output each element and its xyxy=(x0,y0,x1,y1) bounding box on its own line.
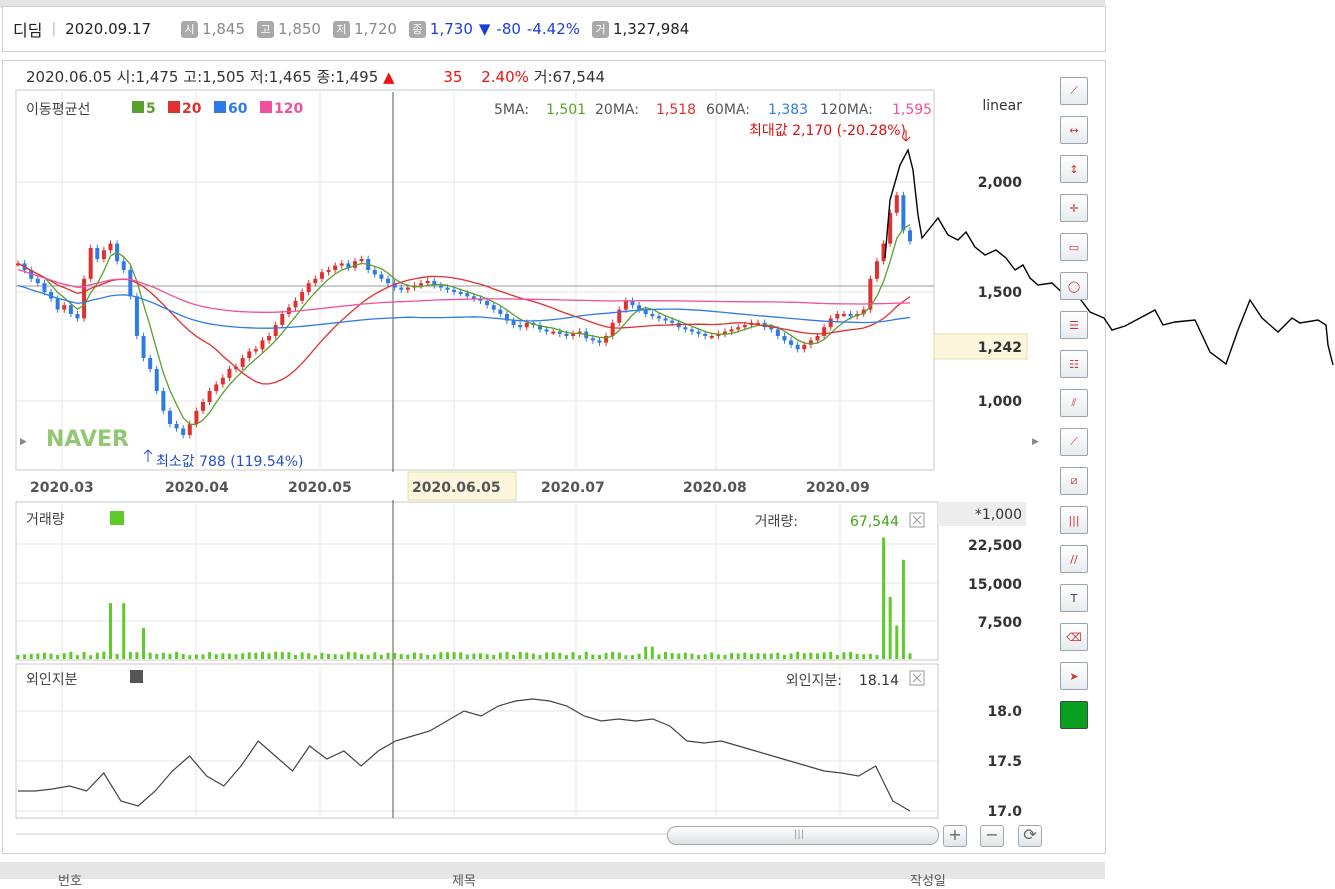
chart-frame xyxy=(2,60,1106,854)
circle-icon: ◯ xyxy=(1068,280,1080,293)
speed-resistance-tool-button[interactable]: ⫽ xyxy=(1060,389,1088,417)
zoom-out-button[interactable]: − xyxy=(980,825,1004,847)
info-close-label: 종: xyxy=(316,68,335,86)
fibonacci-retracement-tool-button[interactable]: ☰ xyxy=(1060,311,1088,339)
open-value: 1,845 xyxy=(202,20,245,38)
fibonacci-time-icon: ☷ xyxy=(1069,358,1079,371)
speed-resistance-icon: ⫽ xyxy=(1072,396,1077,410)
fan-lines-tool-button[interactable]: ⟋ xyxy=(1060,428,1088,456)
stock-name: 디딤 xyxy=(13,17,42,41)
info-low-label: 저: xyxy=(250,68,269,86)
crosshair-icon: ✛ xyxy=(1069,202,1078,215)
change-arrow: ▼ xyxy=(479,20,491,38)
info-date: 2020.06.05 xyxy=(26,68,112,86)
info-vol-label: 거: xyxy=(534,68,553,86)
gann-tool-button[interactable]: ⧄ xyxy=(1060,467,1088,495)
gann-icon: ⧄ xyxy=(1071,474,1078,488)
low-badge: 저 xyxy=(333,21,350,38)
col-date: 작성일 xyxy=(910,870,946,889)
circle-tool-button[interactable]: ◯ xyxy=(1060,272,1088,300)
crosshair-info: 2020.06.05 시:1,475 고:1,505 저:1,465 종:1,4… xyxy=(26,66,605,87)
info-pct: 2.40% xyxy=(481,68,529,86)
channel-tool-button[interactable]: // xyxy=(1060,545,1088,573)
close-badge: 종 xyxy=(409,21,426,38)
rectangle-tool-button[interactable]: ▭ xyxy=(1060,233,1088,261)
line-tool-tool-button[interactable]: ⟋ xyxy=(1060,77,1088,105)
volume-badge: 거 xyxy=(592,21,609,38)
fan-lines-icon: ⟋ xyxy=(1070,435,1078,449)
bottom-table-header: 번호 제목 작성일 xyxy=(0,862,1105,879)
low-value: 1,720 xyxy=(354,20,397,38)
eraser-tool-button[interactable]: ⌫ xyxy=(1060,623,1088,651)
horizontal-line-icon: ↔ xyxy=(1069,124,1078,137)
info-close: 1,495 xyxy=(335,68,378,86)
stock-header: 디딤 | 2020.09.17 시 1,845 고 1,850 저 1,720 종 1,… xyxy=(2,6,1106,52)
vertical-line-tool-button[interactable]: ↕ xyxy=(1060,155,1088,183)
scroll-grip-icon: ||| xyxy=(794,829,804,840)
info-high: 1,505 xyxy=(202,68,245,86)
horizontal-line-tool-button[interactable]: ↔ xyxy=(1060,116,1088,144)
eraser-icon: ⌫ xyxy=(1066,631,1082,644)
pointer-tool-button[interactable]: ➤ xyxy=(1060,662,1088,690)
fibonacci-time-tool-button[interactable]: ☷ xyxy=(1060,350,1088,378)
text-tool-tool-button[interactable]: T xyxy=(1060,584,1088,612)
pointer-icon: ➤ xyxy=(1069,670,1078,683)
header-separator: | xyxy=(51,21,56,37)
info-open-label: 시: xyxy=(117,68,136,86)
zoom-in-button[interactable]: + xyxy=(943,825,967,847)
high-badge: 고 xyxy=(257,21,274,38)
parallel-lines-tool-button[interactable]: ||| xyxy=(1060,506,1088,534)
drawing-toolbar: ⟋ ↔ ↕ ✛ ▭ ◯ ☰ ☷ ⫽ ⟋ ⧄ ||| // T ⌫ ➤ xyxy=(1060,77,1090,740)
vertical-line-icon: ↕ xyxy=(1069,163,1078,176)
fibonacci-retracement-icon: ☰ xyxy=(1069,319,1079,332)
col-title: 제목 xyxy=(452,870,476,889)
change-value: -80 xyxy=(496,20,521,38)
parallel-lines-icon: ||| xyxy=(1068,514,1079,527)
channel-icon: // xyxy=(1070,553,1077,566)
header-date: 2020.09.17 xyxy=(65,20,151,38)
info-up-arrow: ▲ xyxy=(383,68,395,86)
volume-value: 1,327,984 xyxy=(613,20,689,38)
rectangle-icon: ▭ xyxy=(1069,241,1079,254)
info-vol: 67,544 xyxy=(553,68,606,86)
text-tool-icon: T xyxy=(1071,592,1078,605)
open-badge: 시 xyxy=(181,21,198,38)
chart-scrollbar[interactable]: ||| xyxy=(667,826,939,845)
close-value: 1,730 xyxy=(430,20,473,38)
col-number: 번호 xyxy=(58,870,82,889)
high-value: 1,850 xyxy=(278,20,321,38)
reset-zoom-button[interactable]: ⟳ xyxy=(1018,825,1042,847)
crosshair-tool-button[interactable]: ✛ xyxy=(1060,194,1088,222)
change-pct: -4.42% xyxy=(527,20,580,38)
info-high-label: 고: xyxy=(183,68,202,86)
info-open: 1,475 xyxy=(136,68,179,86)
info-low: 1,465 xyxy=(269,68,312,86)
line-tool-icon: ⟋ xyxy=(1070,84,1078,98)
info-change: 35 xyxy=(443,68,462,86)
color-picker-tool-button[interactable] xyxy=(1060,701,1088,729)
